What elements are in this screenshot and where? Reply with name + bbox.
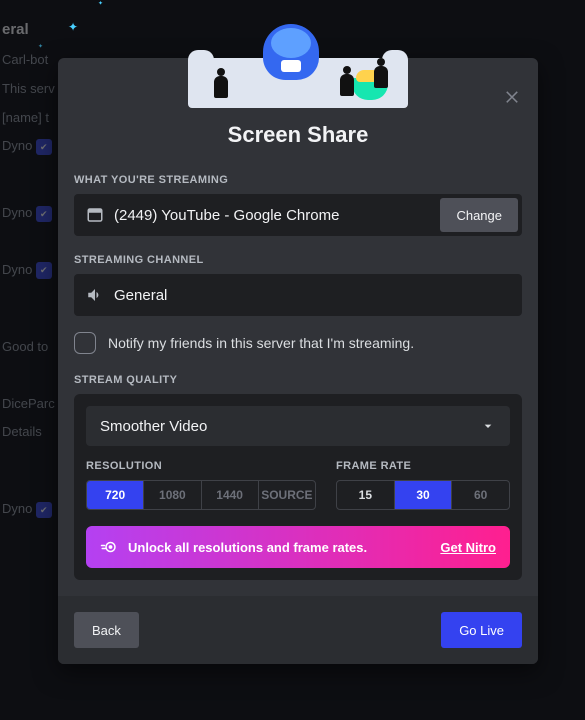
back-button[interactable]: Back — [74, 612, 139, 648]
quality-preset-value: Smoother Video — [100, 418, 207, 435]
modal-hero-illustration: ✦ ✦ ✦ ✦ — [58, 58, 538, 108]
streaming-channel-select[interactable]: General — [74, 274, 522, 316]
resolution-option-1080[interactable]: 1080 — [144, 481, 201, 509]
resolution-option-1440[interactable]: 1440 — [202, 481, 259, 509]
channel-section-label: STREAMING CHANNEL — [74, 254, 522, 266]
resolution-label: RESOLUTION — [86, 460, 316, 472]
figure-illustration — [214, 76, 228, 98]
notify-label: Notify my friends in this server that I'… — [108, 335, 414, 351]
streaming-app-text: (2449) YouTube - Google Chrome — [114, 207, 339, 224]
notify-checkbox[interactable] — [74, 332, 96, 354]
quality-section-label: STREAM QUALITY — [74, 374, 522, 386]
application-window-icon — [86, 206, 104, 224]
screen-share-modal: ✦ ✦ ✦ ✦ Screen Share WHAT YOU'RE STREAMI… — [58, 58, 538, 664]
sparkle-icon: ✦ — [98, 0, 103, 7]
framerate-option-60[interactable]: 60 — [452, 481, 509, 509]
streaming-source-name: (2449) YouTube - Google Chrome — [74, 206, 436, 224]
framerate-label: FRAME RATE — [336, 460, 510, 472]
close-button[interactable] — [500, 84, 524, 108]
resolution-option-source[interactable]: SOURCE — [259, 481, 315, 509]
resolution-option-720[interactable]: 720 — [87, 481, 144, 509]
framerate-segmented: 15 30 60 — [336, 480, 510, 510]
modal-footer: Back Go Live — [58, 596, 538, 664]
speaker-icon — [86, 286, 104, 304]
framerate-option-30[interactable]: 30 — [395, 481, 453, 509]
get-nitro-link[interactable]: Get Nitro — [440, 540, 496, 555]
quality-preset-select[interactable]: Smoother Video — [86, 406, 510, 446]
streaming-source-row: (2449) YouTube - Google Chrome Change — [74, 194, 522, 236]
sparkle-icon: ✦ — [38, 43, 43, 50]
change-source-button[interactable]: Change — [440, 198, 518, 232]
wumpus-illustration — [263, 24, 319, 80]
resolution-segmented: 720 1080 1440 SOURCE — [86, 480, 316, 510]
notify-friends-row: Notify my friends in this server that I'… — [74, 332, 522, 354]
nitro-text: Unlock all resolutions and frame rates. — [128, 540, 367, 555]
modal-title: Screen Share — [58, 108, 538, 166]
figure-illustration — [374, 66, 388, 88]
stream-quality-panel: Smoother Video RESOLUTION 720 1080 1440 … — [74, 394, 522, 580]
nitro-upsell-banner: Unlock all resolutions and frame rates. … — [86, 526, 510, 568]
close-icon — [503, 87, 521, 105]
chevron-down-icon — [480, 418, 496, 434]
nitro-icon — [100, 538, 118, 556]
framerate-option-15[interactable]: 15 — [337, 481, 395, 509]
figure-illustration — [340, 74, 354, 96]
channel-name: General — [114, 287, 167, 304]
sparkle-icon: ✦ — [68, 20, 78, 34]
streaming-section-label: WHAT YOU'RE STREAMING — [74, 174, 522, 186]
go-live-button[interactable]: Go Live — [441, 612, 522, 648]
